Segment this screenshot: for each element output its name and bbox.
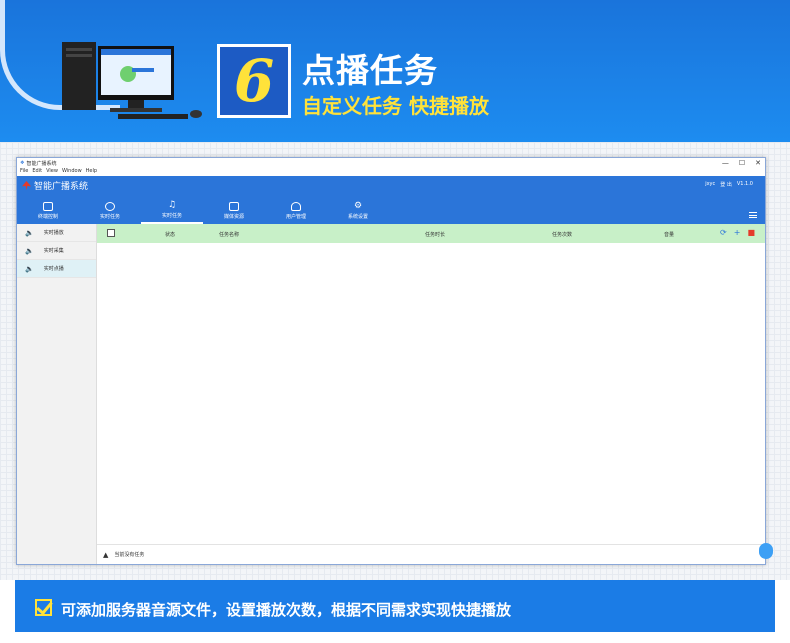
app-title: 智能广播系统 [34, 182, 89, 192]
table-header: 状态 任务名称 任务时长 任务次数 音量 ⟳ + ■ [97, 224, 765, 243]
app-small-icon: ❖ [20, 160, 25, 166]
task-table-area: 状态 任务名称 任务时长 任务次数 音量 ⟳ + ■ ▲ 当前没有任务 [97, 224, 773, 564]
app-header: 智能广播系统 jxyc 登 出 V1.1.0 终端控制 实时任务 ♫ 实时任务 … [17, 176, 765, 224]
tab-realtime-task[interactable]: 实时任务 [79, 198, 141, 224]
refresh-icon[interactable]: ⟳ [720, 228, 727, 237]
promo-banner: 6 点播任务 自定义任务 快捷播放 [0, 0, 790, 142]
col-task-duration: 任务时长 [425, 232, 446, 238]
user-area: jxyc 登 出 V1.1.0 [705, 181, 753, 188]
username: jxyc [705, 181, 716, 187]
sidebar-item-realtime-play[interactable]: 🔈 实时播放 [17, 224, 96, 242]
speaker-icon: 🔈 [25, 228, 34, 237]
menu-help[interactable]: Help [86, 168, 97, 176]
floating-action-button[interactable] [759, 543, 773, 559]
minimize-button[interactable]: — [722, 159, 729, 167]
sidebar: 🔈 实时播放 🔈 实时采集 🔈 实时点播 [17, 224, 97, 564]
tab-label: 系统设置 [347, 214, 368, 220]
select-all-checkbox[interactable] [107, 229, 115, 237]
tab-media-resources[interactable]: 媒体资源 [203, 198, 265, 224]
close-button[interactable]: ✕ [755, 159, 761, 167]
window-title: 智能广播系统 [26, 160, 57, 167]
col-task-count: 任务次数 [552, 232, 573, 238]
logout-link[interactable]: 登 出 [720, 181, 732, 188]
maximize-button[interactable]: ☐ [739, 159, 745, 167]
col-volume: 音量 [664, 232, 675, 238]
app-title-area: 智能广播系统 [22, 179, 88, 192]
speaker-icon: 🔈 [25, 246, 34, 255]
checkbox-icon [35, 599, 52, 616]
sidebar-item-label: 实时播放 [43, 230, 64, 236]
warning-icon: ▲ [103, 550, 109, 559]
banner-subtitle: 自定义任务 快捷播放 [302, 94, 489, 118]
tab-label: 实时任务 [161, 213, 182, 219]
status-footer: ▲ 当前没有任务 [97, 543, 773, 564]
feature-caption: 可添加服务器音源文件，设置播放次数，根据不同需求实现快捷播放 [15, 580, 775, 632]
caption-text: 可添加服务器音源文件，设置播放次数，根据不同需求实现快捷播放 [61, 601, 512, 619]
tab-label: 媒体资源 [223, 214, 244, 220]
monitor-icon [43, 202, 53, 211]
menu-file[interactable]: File [20, 168, 28, 176]
banner-title: 点播任务 [302, 51, 438, 90]
col-task-name: 任务名称 [219, 232, 240, 238]
menu-edit[interactable]: Edit [32, 168, 42, 176]
menu-window[interactable]: Window [62, 168, 82, 176]
tab-label: 用户管理 [285, 214, 306, 220]
gear-icon: ⚙ [353, 201, 363, 211]
tab-terminal-control[interactable]: 终端控制 [17, 198, 79, 224]
sidebar-item-realtime-capture[interactable]: 🔈 实时采集 [17, 242, 96, 260]
sidebar-item-on-demand[interactable]: 🔈 实时点播 [17, 260, 96, 278]
computer-illustration [62, 42, 202, 119]
tab-system-settings[interactable]: ⚙ 系统设置 [327, 198, 389, 224]
main-tabs: 终端控制 实时任务 ♫ 实时任务 媒体资源 用户管理 ⚙ 系统设置 [17, 198, 389, 224]
tab-task-active[interactable]: ♫ 实时任务 [141, 198, 203, 224]
add-icon[interactable]: + [734, 228, 741, 237]
user-icon [291, 202, 301, 211]
media-icon [229, 202, 239, 211]
table-actions: ⟳ + ■ [720, 228, 755, 237]
status-text: 当前没有任务 [114, 552, 145, 558]
app-window: ❖ 智能广播系统 — ☐ ✕ File Edit View Window Hel… [16, 157, 773, 565]
tab-label: 实时任务 [99, 214, 120, 220]
step-number-box: 6 [217, 44, 291, 118]
music-icon: ♫ [167, 200, 177, 210]
tab-label: 终端控制 [37, 214, 58, 220]
step-number: 6 [233, 47, 275, 115]
delete-icon[interactable]: ■ [747, 228, 755, 237]
menu-bar: File Edit View Window Help [17, 168, 765, 176]
menu-view[interactable]: View [46, 168, 58, 176]
sidebar-item-label: 实时采集 [43, 248, 64, 254]
speaker-icon: 🔈 [25, 264, 34, 273]
sidebar-item-label: 实时点播 [43, 266, 64, 272]
hamburger-menu-icon[interactable] [749, 212, 757, 218]
window-titlebar: ❖ 智能广播系统 — ☐ ✕ [17, 158, 765, 168]
clock-icon [105, 202, 115, 211]
tab-user-management[interactable]: 用户管理 [265, 198, 327, 224]
logo-icon [22, 181, 31, 190]
version-label: V1.1.0 [736, 181, 753, 187]
col-status: 状态 [165, 232, 176, 238]
